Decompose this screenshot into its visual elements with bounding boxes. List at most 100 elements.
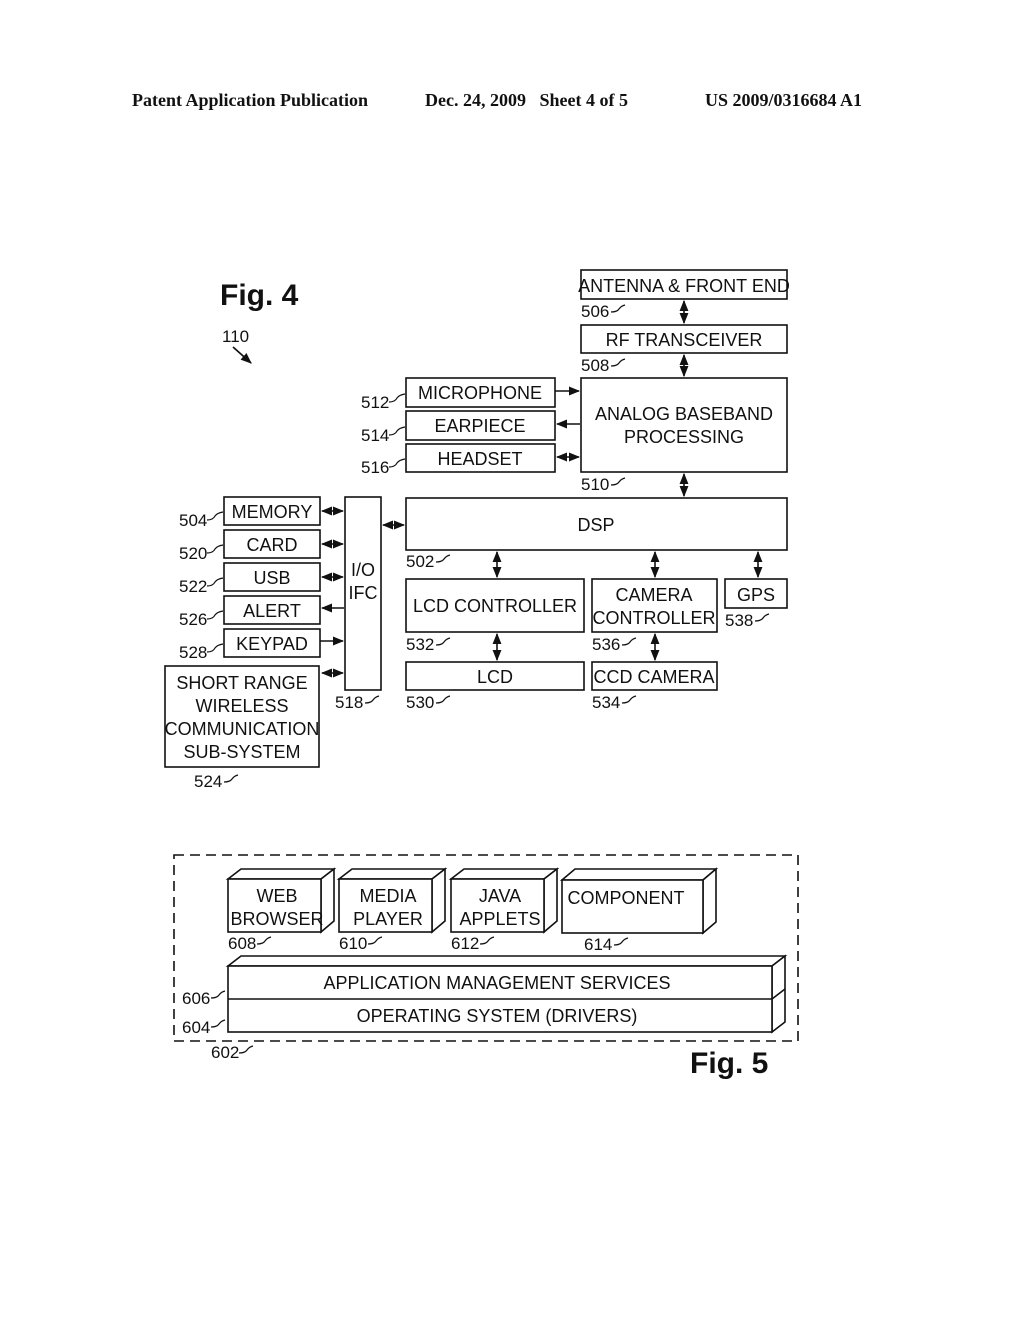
lcd-label: LCD <box>477 667 513 687</box>
ref-squiggle <box>206 577 224 587</box>
alert-block: ALERT <box>223 595 321 625</box>
microphone-label: MICROPHONE <box>418 383 542 403</box>
rf-transceiver-block: RF TRANSCEIVER <box>580 324 788 354</box>
app-java-applets: JAVA APPLETS <box>448 867 560 934</box>
keypad-label: KEYPAD <box>236 634 308 654</box>
media-player-label-line1: MEDIA <box>359 886 416 906</box>
memory-label: MEMORY <box>232 502 313 522</box>
ref-squiggle <box>754 613 770 622</box>
headset-ref: 516 <box>361 458 389 477</box>
ref-squiggle <box>238 1045 254 1054</box>
lcd-controller-block: LCD CONTROLLER <box>405 578 585 633</box>
camctrl-label-line1: CAMERA <box>615 585 692 605</box>
ref-squiggle <box>256 936 272 945</box>
ref-squiggle <box>223 774 239 783</box>
earpiece-ref: 514 <box>361 426 389 445</box>
lcd-block: LCD <box>405 661 585 691</box>
ref-squiggle <box>210 1019 226 1028</box>
java-applets-label-line2: APPLETS <box>459 909 540 929</box>
ref-squiggle <box>206 544 224 554</box>
app-web-browser: WEB BROWSER <box>225 867 337 934</box>
component-ref: 614 <box>584 935 612 954</box>
shortrange-label-line2: WIRELESS <box>195 696 288 716</box>
lcd-ref: 530 <box>406 693 434 712</box>
card-ref: 520 <box>179 544 207 563</box>
usb-ref: 522 <box>179 577 207 596</box>
lcdctrl-label: LCD CONTROLLER <box>413 596 577 616</box>
analog-label-line1: ANALOG BASEBAND <box>595 404 773 424</box>
memory-ref: 504 <box>179 511 207 530</box>
analog-label-line2: PROCESSING <box>624 427 744 447</box>
alert-label: ALERT <box>243 601 301 621</box>
headset-block: HEADSET <box>405 443 556 473</box>
dsp-ref: 502 <box>406 552 434 571</box>
component-label: COMPONENT <box>568 888 685 908</box>
ams-ref: 606 <box>182 989 210 1008</box>
analog-ref: 510 <box>581 475 609 494</box>
antenna-block: ANTENNA & FRONT END <box>578 269 790 300</box>
os-ref: 604 <box>182 1018 210 1037</box>
ref-squiggle <box>388 426 406 436</box>
alert-ref: 526 <box>179 610 207 629</box>
web-browser-label-line1: WEB <box>256 886 297 906</box>
card-block: CARD <box>223 529 321 559</box>
fig5-title: Fig. 5 <box>690 1047 768 1080</box>
media-player-label-line2: PLAYER <box>353 909 423 929</box>
ref-squiggle <box>435 554 451 563</box>
ams-label: APPLICATION MANAGEMENT SERVICES <box>323 973 670 993</box>
ref-squiggle <box>479 936 495 945</box>
ccd-label: CCD CAMERA <box>593 667 714 687</box>
shortrange-label-line1: SHORT RANGE <box>176 673 307 693</box>
rf-label: RF TRANSCEIVER <box>606 330 763 350</box>
short-range-wireless-block: SHORT RANGE WIRELESS COMMUNICATION SUB-S… <box>164 665 320 768</box>
keypad-ref: 528 <box>179 643 207 662</box>
microphone-ref: 512 <box>361 393 389 412</box>
java-applets-label-line1: JAVA <box>479 886 521 906</box>
ref-squiggle <box>388 393 406 403</box>
earpiece-label: EARPIECE <box>434 416 525 436</box>
fig4-title: Fig. 4 <box>220 279 299 312</box>
earpiece-block: EARPIECE <box>405 410 556 441</box>
camctrl-ref: 536 <box>592 635 620 654</box>
figure-canvas: Fig. 4 110 ANTENNA & FRONT END 506 RF TR… <box>164 269 799 1080</box>
camera-controller-block: CAMERA CONTROLLER <box>591 578 718 633</box>
app-media-player: MEDIA PLAYER <box>336 867 448 934</box>
device-ref: 110 <box>222 327 249 346</box>
ref-squiggle <box>613 937 629 946</box>
ref-squiggle <box>435 695 451 704</box>
keypad-block: KEYPAD <box>223 628 321 658</box>
ref-squiggle <box>610 304 626 313</box>
usb-block: USB <box>223 562 321 592</box>
rf-ref: 508 <box>581 356 609 375</box>
ref-squiggle <box>621 695 637 704</box>
headset-label: HEADSET <box>437 449 522 469</box>
container-ref: 602 <box>211 1043 239 1062</box>
gps-block: GPS <box>724 578 788 609</box>
antenna-ref: 506 <box>581 302 609 321</box>
memory-block: MEMORY <box>223 496 321 526</box>
io-label-line1: I/O <box>351 560 375 580</box>
io-ifc-block: I/O IFC <box>344 496 382 691</box>
os-label: OPERATING SYSTEM (DRIVERS) <box>357 1006 638 1026</box>
dsp-block: DSP <box>405 497 788 551</box>
ref-squiggle <box>364 695 380 704</box>
lcdctrl-ref: 532 <box>406 635 434 654</box>
java-applets-ref: 612 <box>451 934 479 953</box>
ccd-ref: 534 <box>592 693 620 712</box>
ref-squiggle <box>206 643 224 653</box>
ref-squiggle <box>210 990 226 999</box>
media-player-ref: 610 <box>339 934 367 953</box>
usb-label: USB <box>253 568 290 588</box>
ref-squiggle <box>610 358 626 367</box>
ref-squiggle <box>206 511 224 521</box>
ccd-camera-block: CCD CAMERA <box>591 661 718 691</box>
app-component: COMPONENT <box>559 867 719 935</box>
gps-label: GPS <box>737 585 775 605</box>
microphone-block: MICROPHONE <box>405 377 556 408</box>
dsp-label: DSP <box>577 515 614 535</box>
analog-baseband-block: ANALOG BASEBAND PROCESSING <box>580 377 788 473</box>
antenna-label: ANTENNA & FRONT END <box>578 276 790 296</box>
ref-squiggle <box>610 477 626 486</box>
shortrange-label-line3: COMMUNICATION <box>165 719 320 739</box>
web-browser-label-line2: BROWSER <box>230 909 323 929</box>
